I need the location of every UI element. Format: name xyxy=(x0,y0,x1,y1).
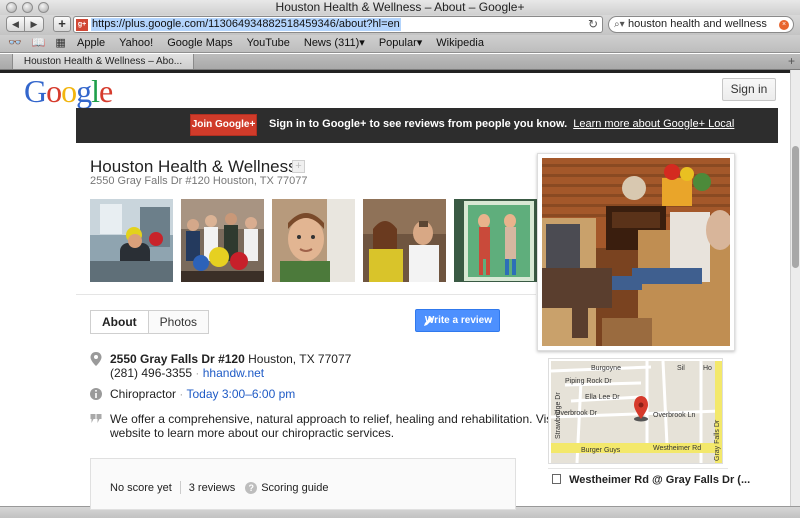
description-line-2: website to learn more about our chiropra… xyxy=(110,426,395,440)
photo-thumbnail-boy[interactable] xyxy=(272,199,355,282)
bookmarks-icons: 👓 📖 ▦ xyxy=(8,36,66,51)
url-text[interactable]: https://plus.google.com/1130649348825184… xyxy=(91,18,401,31)
transit-stop-icon xyxy=(552,474,561,484)
score-box: No score yet 3 reviews ? Scoring guide xyxy=(90,458,516,510)
bookmark-youtube[interactable]: YouTube xyxy=(247,36,290,51)
map-label-ho: Ho xyxy=(703,365,712,372)
join-google-plus-button[interactable]: Join Google+ xyxy=(190,114,257,136)
signin-banner: Join Google+ Sign in to Google+ to see r… xyxy=(76,108,778,143)
search-icon: ⌕▾ xyxy=(614,19,625,30)
forward-button[interactable]: ▶ xyxy=(25,16,44,32)
nav-buttons: ◀ ▶ xyxy=(6,16,44,32)
category-separator: · xyxy=(179,387,184,401)
scrollbar-thumb[interactable] xyxy=(792,146,799,268)
close-window-button[interactable] xyxy=(6,2,17,13)
photo-thumbnail-consult[interactable] xyxy=(363,199,446,282)
photo-thumbnail-gym[interactable] xyxy=(90,199,173,282)
map-label-gray-falls: Gray Falls Dr xyxy=(714,419,721,461)
banner-message: Sign in to Google+ to see reviews from p… xyxy=(269,118,734,130)
map-divider xyxy=(548,468,728,469)
follow-plus-icon[interactable]: + xyxy=(292,160,305,173)
browser-search-field[interactable]: ⌕▾ houston health and wellness × xyxy=(608,16,794,33)
bookmark-news[interactable]: News (311)▾ xyxy=(304,36,365,51)
back-button[interactable]: ◀ xyxy=(6,16,25,32)
bookmark-google-maps[interactable]: Google Maps xyxy=(167,36,232,51)
score-separator xyxy=(179,481,181,494)
intersection-label: Westheimer Rd @ Gray Falls Dr (... xyxy=(569,474,751,486)
street-map: Burgoyne Piping Rock Dr Ella Lee Dr Over… xyxy=(551,361,722,463)
map-label-piping-rock: Piping Rock Dr xyxy=(565,378,612,385)
city-state-zip: Houston, TX 77077 xyxy=(248,352,352,366)
opening-hours-link[interactable]: Today 3:00–6:00 pm xyxy=(187,387,296,401)
map-label-westheimer: Westheimer Rd xyxy=(653,445,701,452)
learn-more-link[interactable]: Learn more about Google+ Local xyxy=(573,118,734,130)
business-name: Houston Health & Wellness xyxy=(90,157,297,176)
bookmark-wikipedia[interactable]: Wikipedia xyxy=(436,36,484,51)
minimize-window-button[interactable] xyxy=(22,2,33,13)
browser-toolbar: ◀ ▶ + g+ https://plus.google.com/1130649… xyxy=(0,15,800,35)
search-query-text[interactable]: houston health and wellness xyxy=(628,18,767,31)
top-sites-grid-icon[interactable]: ▦ xyxy=(55,36,65,51)
map-label-sil: Sil xyxy=(677,365,685,372)
tab-about[interactable]: About xyxy=(90,310,149,334)
map-marker-icon[interactable] xyxy=(634,396,648,422)
bookmark-items: Apple Yahoo! Google Maps YouTube News (3… xyxy=(77,36,484,51)
add-bookmark-button[interactable]: + xyxy=(53,16,71,32)
map-pin-icon xyxy=(90,352,102,366)
no-score-text: No score yet xyxy=(110,481,172,494)
bookmarks-bar: 👓 📖 ▦ Apple Yahoo! Google Maps YouTube N… xyxy=(0,35,800,53)
photo-thumbnail-chart[interactable] xyxy=(454,199,537,282)
zoom-window-button[interactable] xyxy=(38,2,49,13)
reload-icon[interactable]: ↻ xyxy=(588,17,598,32)
map-label-burgoyne: Burgoyne xyxy=(591,365,621,372)
location-map[interactable]: Burgoyne Piping Rock Dr Ella Lee Dr Over… xyxy=(548,358,723,464)
main-photo-card[interactable] xyxy=(537,153,735,351)
map-label-ella-lee: Ella Lee Dr xyxy=(585,394,620,401)
page-scrollbar[interactable] xyxy=(790,70,800,506)
pencil-icon xyxy=(424,317,433,326)
map-label-strawbridge: Strawbridge Dr xyxy=(555,392,562,439)
bookmark-yahoo[interactable]: Yahoo! xyxy=(119,36,153,51)
scoring-guide-link[interactable]: Scoring guide xyxy=(261,482,328,494)
business-address-subtitle: 2550 Gray Falls Dr #120 Houston, TX 7707… xyxy=(90,175,308,187)
reviews-count[interactable]: 3 reviews xyxy=(189,482,235,494)
info-circle-icon xyxy=(90,388,102,400)
tab-photos[interactable]: Photos xyxy=(148,310,210,334)
address-bar[interactable]: g+ https://plus.google.com/1130649348825… xyxy=(73,16,603,33)
bookmark-popular[interactable]: Popular▾ xyxy=(379,36,422,51)
window-title: Houston Health & Wellness – About – Goog… xyxy=(275,0,525,14)
write-review-button[interactable]: Write a review xyxy=(415,309,500,332)
street-address: 2550 Gray Falls Dr #120 xyxy=(110,352,245,366)
window-titlebar: Houston Health & Wellness – About – Goog… xyxy=(0,0,800,15)
google-logo[interactable]: Google xyxy=(24,73,113,109)
website-link[interactable]: hhandw.net xyxy=(203,366,264,380)
reading-list-icon[interactable]: 👓 xyxy=(8,36,22,51)
office-consultation-photo xyxy=(542,158,730,346)
business-category: Chiropractor xyxy=(110,387,177,401)
new-tab-icon[interactable]: + xyxy=(788,54,795,69)
page-top-bar xyxy=(0,70,790,73)
tab-bar: Houston Health & Wellness – Abo... + xyxy=(0,54,800,70)
map-label-burger-guys: Burger Guys xyxy=(581,447,621,454)
window-controls[interactable] xyxy=(6,2,49,13)
browser-tab-active[interactable]: Houston Health & Wellness – Abo... xyxy=(12,54,194,69)
bookmarks-book-icon[interactable]: 📖 xyxy=(32,36,46,51)
quote-icon xyxy=(90,414,102,423)
gplus-favicon-icon: g+ xyxy=(76,19,88,31)
map-label-overbrook-ln: Overbrook Ln xyxy=(653,412,696,419)
sign-in-button[interactable]: Sign in xyxy=(722,78,776,101)
bookmark-apple[interactable]: Apple xyxy=(77,36,105,51)
help-question-icon[interactable]: ? xyxy=(245,481,258,494)
profile-tabs: About Photos xyxy=(90,310,210,334)
contact-separator: · xyxy=(195,366,200,380)
section-divider xyxy=(76,294,536,295)
banner-message-text: Sign in to Google+ to see reviews from p… xyxy=(269,118,568,130)
phone-number[interactable]: (281) 496-3355 xyxy=(110,366,192,380)
photo-thumbnail-team[interactable] xyxy=(181,199,264,282)
clear-search-icon[interactable]: × xyxy=(779,20,789,30)
description-line-1: We offer a comprehensive, natural approa… xyxy=(110,412,579,426)
nearby-intersection[interactable]: Westheimer Rd @ Gray Falls Dr (... xyxy=(552,474,750,486)
